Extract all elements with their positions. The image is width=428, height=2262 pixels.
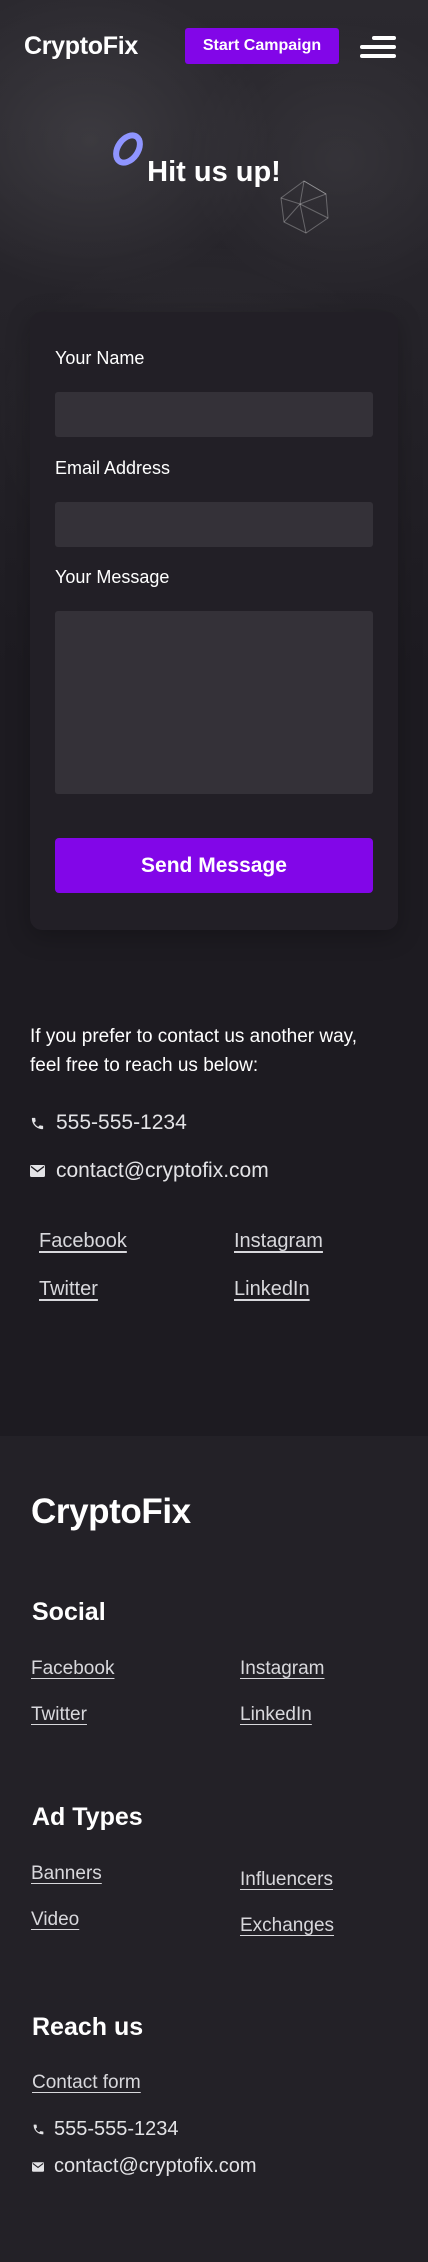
contact-link-facebook[interactable]: Facebook: [39, 1230, 127, 1253]
footer-link-twitter[interactable]: Twitter: [31, 1704, 87, 1726]
mail-icon: [32, 2160, 46, 2174]
footer-ad-types-heading: Ad Types: [32, 1803, 143, 1831]
footer-link-facebook[interactable]: Facebook: [31, 1658, 114, 1680]
footer-link-contact-form[interactable]: Contact form: [32, 2072, 141, 2094]
footer-logo[interactable]: CryptoFix: [31, 1492, 191, 1532]
hamburger-menu-icon[interactable]: [356, 34, 396, 62]
footer-link-influencers[interactable]: Influencers: [240, 1869, 333, 1891]
message-label: Your Message: [55, 567, 170, 587]
name-label: Your Name: [55, 348, 145, 368]
phone-icon: [32, 2123, 46, 2137]
mail-icon: [30, 1163, 46, 1179]
contact-link-linkedin[interactable]: LinkedIn: [234, 1278, 310, 1301]
email-label: Email Address: [55, 458, 171, 478]
contact-intro-text: If you prefer to contact us another way,…: [30, 1026, 358, 1076]
contact-email[interactable]: contact@cryptofix.com: [30, 1159, 269, 1183]
send-message-button[interactable]: Send Message: [55, 838, 373, 893]
site-header: CryptoFix Start Campaign: [0, 0, 428, 92]
footer-reach-heading: Reach us: [32, 2013, 144, 2041]
footer-link-linkedin[interactable]: LinkedIn: [240, 1704, 312, 1726]
footer-phone[interactable]: 555-555-1234: [32, 2118, 179, 2141]
page-title: Hit us up!: [147, 156, 281, 188]
name-input[interactable]: [55, 392, 373, 437]
contact-phone-text: 555-555-1234: [56, 1111, 187, 1134]
contact-link-instagram[interactable]: Instagram: [234, 1230, 323, 1253]
contact-link-twitter[interactable]: Twitter: [39, 1278, 98, 1301]
footer-link-exchanges[interactable]: Exchanges: [240, 1915, 334, 1937]
footer-link-instagram[interactable]: Instagram: [240, 1658, 324, 1680]
footer-link-banners[interactable]: Banners: [31, 1863, 102, 1885]
footer-link-video[interactable]: Video: [31, 1909, 79, 1931]
contact-email-text: contact@cryptofix.com: [56, 1159, 269, 1182]
footer-phone-text: 555-555-1234: [54, 2118, 179, 2140]
footer-social-heading: Social: [32, 1598, 106, 1626]
site-logo[interactable]: CryptoFix: [24, 32, 138, 61]
footer-email-text: contact@cryptofix.com: [54, 2155, 257, 2177]
message-textarea[interactable]: [55, 611, 373, 794]
email-input[interactable]: [55, 502, 373, 547]
start-campaign-button[interactable]: Start Campaign: [185, 28, 339, 64]
contact-phone[interactable]: 555-555-1234: [30, 1111, 187, 1135]
footer-email[interactable]: contact@cryptofix.com: [32, 2155, 257, 2178]
phone-icon: [30, 1115, 46, 1131]
polyhedron-icon: [280, 180, 329, 234]
